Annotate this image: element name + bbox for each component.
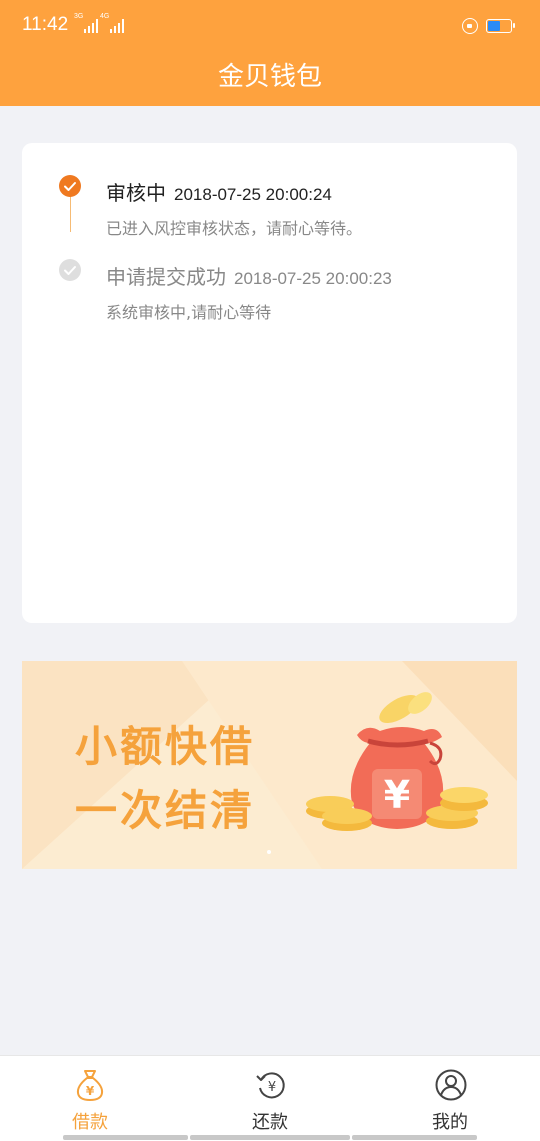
- banner-page-indicator: [267, 850, 271, 854]
- bottom-tab-bar: ¥ 借款 ¥ 还款 我的: [0, 1055, 540, 1141]
- money-bag-icon: ¥: [76, 1070, 104, 1101]
- step-1-time: 2018-07-25 20:00:24: [174, 185, 332, 204]
- bag-currency-symbol: ¥: [384, 773, 410, 817]
- network-type-2: 4G: [100, 13, 110, 20]
- money-bag-illustration: ¥: [306, 692, 488, 831]
- tab-mine[interactable]: 我的: [360, 1056, 540, 1141]
- user-icon: [435, 1069, 467, 1101]
- rotation-lock-icon: [462, 18, 478, 34]
- app-header: 11:42 3G 4G 金贝钱包: [0, 0, 540, 106]
- nav-gesture-indicator-2: [190, 1135, 350, 1140]
- repay-icon: ¥: [256, 1072, 285, 1099]
- step-2-title-row: 申请提交成功 2018-07-25 20:00:23: [106, 261, 392, 290]
- banner-headline-2: 一次结清: [75, 786, 256, 835]
- battery-icon: [486, 19, 515, 33]
- step-2-title: 申请提交成功: [106, 265, 226, 289]
- step-done-check-icon: [59, 259, 81, 281]
- network-type-1: 3G: [74, 13, 84, 20]
- nav-gesture-indicator-3: [352, 1135, 477, 1140]
- tab-repay-label: 还款: [252, 1112, 288, 1133]
- step-1-title-row: 审核中 2018-07-25 20:00:24: [106, 177, 332, 206]
- tab-borrow[interactable]: ¥ 借款: [0, 1056, 180, 1141]
- page-title: 金贝钱包: [217, 62, 322, 92]
- nav-gesture-indicator-1: [63, 1135, 188, 1140]
- step-2-time: 2018-07-25 20:00:23: [234, 269, 392, 288]
- timeline-connector: [70, 196, 71, 232]
- banner-headline-1: 小额快借: [75, 722, 256, 771]
- svg-text:¥: ¥: [86, 1084, 95, 1098]
- status-card: 审核中 2018-07-25 20:00:24 已进入风控审核状态，请耐心等待。 …: [22, 143, 517, 623]
- svg-text:¥: ¥: [268, 1080, 276, 1095]
- tab-borrow-label: 借款: [72, 1112, 108, 1133]
- tab-repay[interactable]: ¥ 还款: [180, 1056, 360, 1141]
- step-active-check-icon: [59, 175, 81, 197]
- step-1-desc: 已进入风控审核状态，请耐心等待。: [106, 219, 363, 238]
- promo-banner[interactable]: 小额快借 一次结清 ¥: [22, 661, 517, 869]
- tab-mine-label: 我的: [432, 1112, 468, 1133]
- step-1-title: 审核中: [106, 181, 166, 205]
- status-time: 11:42: [22, 14, 69, 35]
- status-bar: 11:42 3G 4G: [0, 0, 540, 54]
- step-2-desc: 系统审核中,请耐心等待: [106, 303, 272, 322]
